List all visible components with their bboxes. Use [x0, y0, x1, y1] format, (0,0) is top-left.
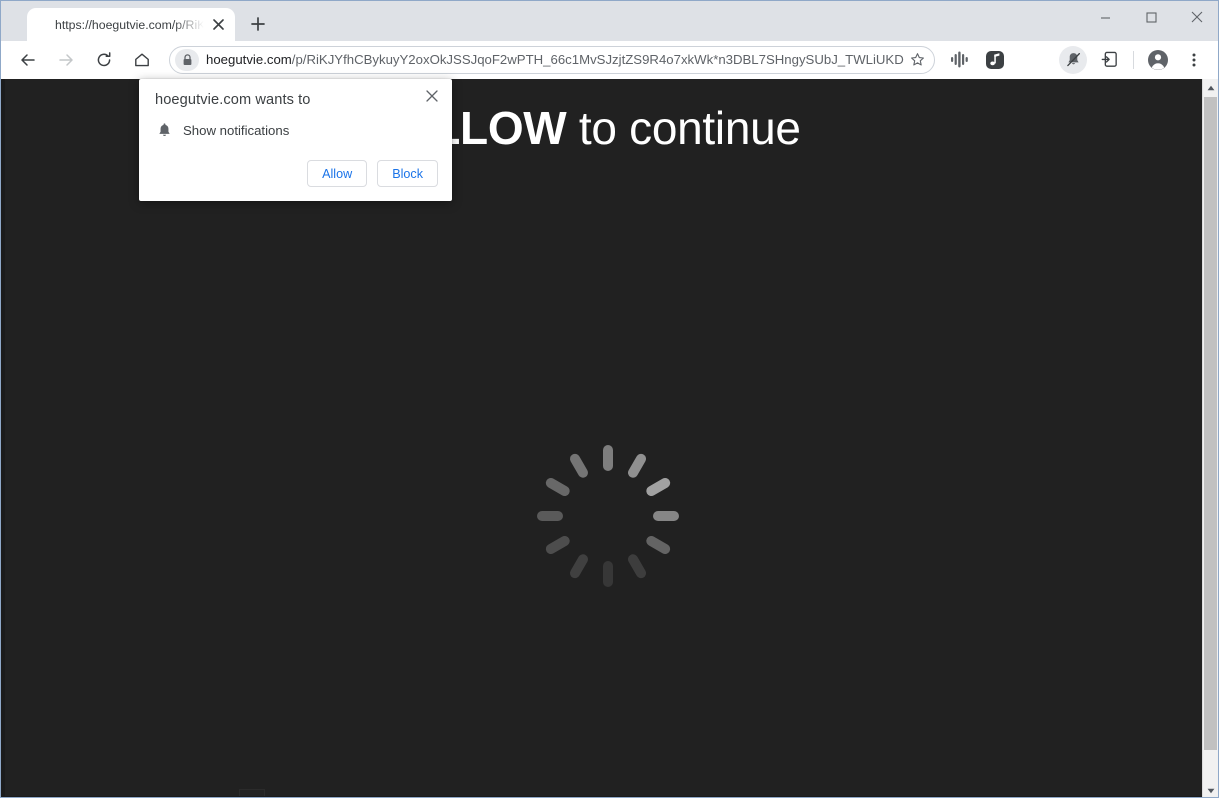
dialog-title: hoegutvie.com wants to — [155, 92, 311, 108]
scrollbar-track[interactable] — [1203, 750, 1218, 782]
browser-window: https://hoegutvie.com/p/RiKJYfh — [0, 0, 1219, 798]
tab-strip: https://hoegutvie.com/p/RiKJYfh — [1, 1, 1218, 41]
url-text: hoegutvie.com/p/RiKJYfhCBykuyY2oxOkJSSJq… — [206, 52, 904, 67]
home-icon[interactable] — [128, 46, 156, 74]
lock-icon[interactable] — [175, 48, 199, 71]
permission-label: Show notifications — [183, 122, 290, 138]
spinner-spoke — [568, 452, 590, 480]
allow-button[interactable]: Allow — [307, 160, 368, 187]
permission-row: Show notifications — [155, 120, 289, 140]
spinner-spoke — [603, 445, 613, 471]
url-path: /p/RiKJYfhCBykuyY2oxOkJSSJqoF2wPTH_66c1M… — [291, 52, 904, 67]
spinner-spoke — [653, 511, 679, 521]
page-scrollbar[interactable] — [1202, 79, 1218, 797]
browser-tab[interactable]: https://hoegutvie.com/p/RiKJYfh — [27, 8, 235, 41]
reload-icon[interactable] — [90, 46, 118, 74]
block-button[interactable]: Block — [377, 160, 438, 187]
bell-icon — [155, 121, 173, 139]
share-page-icon[interactable] — [1095, 46, 1123, 74]
scroll-up-icon[interactable] — [1203, 79, 1218, 96]
loading-spinner — [533, 441, 683, 591]
forward-icon — [52, 46, 80, 74]
bookmark-star-icon[interactable] — [904, 47, 930, 73]
toolbar-divider — [1133, 50, 1134, 69]
chrome-menu-icon[interactable] — [1180, 46, 1208, 74]
window-controls — [1082, 1, 1218, 33]
spinner-spoke — [544, 534, 572, 556]
music-note-extension-icon[interactable] — [981, 46, 1009, 74]
profile-avatar-icon[interactable] — [1144, 46, 1172, 74]
browser-toolbar: hoegutvie.com/p/RiKJYfhCBykuyY2oxOkJSSJq… — [1, 41, 1218, 79]
spinner-spoke — [644, 476, 672, 498]
equalizer-extension-icon[interactable] — [945, 46, 973, 74]
spinner-spoke — [568, 552, 590, 580]
scrollbar-thumb[interactable] — [1204, 97, 1217, 750]
tab-title: https://hoegutvie.com/p/RiKJYfh — [55, 17, 207, 32]
maximize-button[interactable] — [1128, 1, 1174, 33]
close-icon[interactable] — [207, 14, 229, 36]
spinner-spoke — [626, 552, 648, 580]
spinner-spoke — [626, 452, 648, 480]
new-tab-button[interactable] — [243, 9, 273, 39]
minimize-button[interactable] — [1082, 1, 1128, 33]
spinner-spoke — [544, 476, 572, 498]
spinner-spoke — [644, 534, 672, 556]
spinner-spoke — [537, 511, 563, 521]
url-domain: hoegutvie.com — [206, 52, 292, 67]
dialog-actions: Allow Block — [307, 160, 438, 187]
scroll-down-icon[interactable] — [1203, 782, 1218, 797]
back-icon[interactable] — [14, 46, 42, 74]
notification-permission-dialog: hoegutvie.com wants to Show notification… — [139, 79, 452, 201]
address-bar[interactable]: hoegutvie.com/p/RiKJYfhCBykuyY2oxOkJSSJq… — [169, 45, 935, 74]
notifications-blocked-icon[interactable] — [1059, 45, 1087, 74]
close-icon[interactable] — [420, 84, 444, 108]
headline-rest: to continue — [566, 102, 801, 154]
close-window-button[interactable] — [1174, 1, 1218, 33]
spinner-spoke — [603, 561, 613, 587]
